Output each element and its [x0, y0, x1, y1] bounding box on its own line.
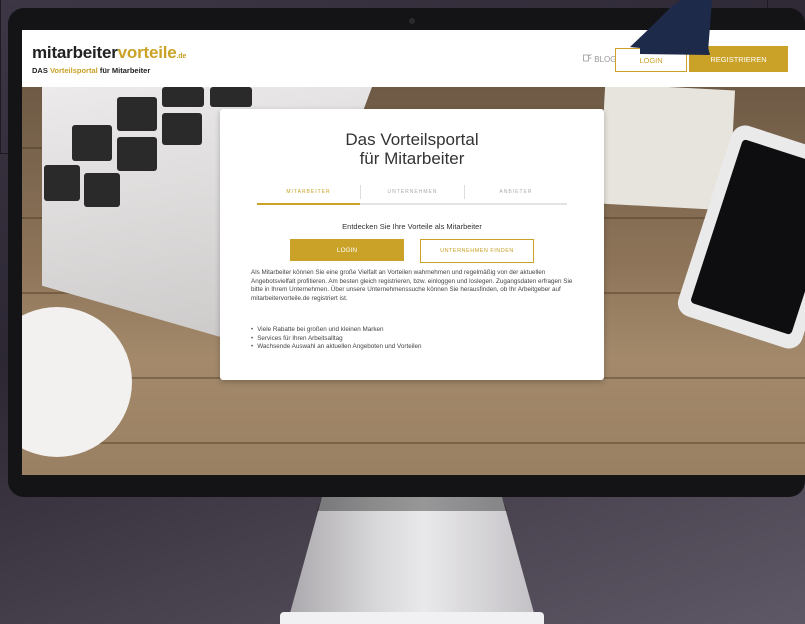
laptop-key: [117, 97, 157, 131]
blog-label: BLOG: [594, 55, 617, 64]
background-line: [0, 0, 1, 154]
card-subtitle: Entdecken Sie Ihre Vorteile als Mitarbei…: [342, 222, 482, 231]
header-login-button[interactable]: LOGIN: [615, 48, 687, 72]
blog-icon: [583, 54, 594, 64]
laptop-key: [162, 113, 202, 145]
find-company-button[interactable]: UNTERNEHMEN FINDEN: [420, 239, 534, 263]
camera-dot: [409, 18, 415, 24]
tab-unternehmen[interactable]: UNTERNEHMEN: [361, 181, 464, 203]
site-logo[interactable]: mitarbeitervorteile.de DAS Vorteilsporta…: [32, 44, 186, 75]
wood-plank-line: [22, 442, 805, 444]
monitor-stand: [287, 497, 537, 624]
logo-main-text: mitarbeiter: [32, 43, 118, 62]
site-header: mitarbeitervorteile.de DAS Vorteilsporta…: [22, 30, 805, 87]
tab-anbieter[interactable]: ANBIETER: [465, 181, 567, 203]
blog-link[interactable]: BLOG: [583, 54, 616, 64]
tab-label: ANBIETER: [499, 189, 533, 195]
laptop-key: [72, 125, 112, 161]
logo-accent-text: vorteile: [117, 43, 177, 62]
tagline-prefix: DAS: [32, 66, 48, 75]
tab-label: UNTERNEHMEN: [387, 189, 438, 195]
laptop-key: [117, 137, 157, 171]
monitor-screen: mitarbeitervorteile.de DAS Vorteilsporta…: [22, 30, 805, 475]
register-label: REGISTRIEREN: [710, 54, 767, 64]
tagline-suffix: für Mitarbeiter: [99, 66, 151, 75]
logo-tagline: DAS Vorteilsportal für Mitarbeiter: [32, 66, 186, 75]
laptop-key: [84, 173, 120, 207]
tab-label: MITARBEITER: [286, 189, 331, 195]
logo-tld-text: .de: [176, 53, 187, 60]
laptop-key: [162, 87, 204, 107]
header-login-label: LOGIN: [639, 55, 663, 65]
portal-card: Das Vorteilsportal für Mitarbeiter MITAR…: [220, 109, 604, 380]
monitor-base: [280, 612, 544, 624]
tagline-accent: Vorteilsportal: [49, 66, 98, 75]
list-item: Services für Ihren Arbeitsalltag: [251, 335, 581, 344]
logo-wordmark: mitarbeitervorteile.de: [32, 44, 186, 65]
card-tabs: MITARBEITER UNTERNEHMEN ANBIETER: [257, 181, 567, 205]
card-title: Das Vorteilsportal für Mitarbeiter: [220, 130, 604, 168]
find-company-label: UNTERNEHMEN FINDEN: [440, 248, 514, 254]
login-label: LOGIN: [336, 246, 358, 254]
laptop-key: [44, 165, 80, 201]
register-button[interactable]: REGISTRIEREN: [689, 46, 788, 72]
list-item: Viele Rabatte bei großen und kleinen Mar…: [251, 326, 581, 335]
card-title-line2: für Mitarbeiter: [359, 149, 465, 168]
plate-photo: [22, 307, 132, 457]
card-title-line1: Das Vorteilsportal: [345, 130, 479, 149]
login-button[interactable]: LOGIN: [290, 239, 404, 261]
laptop-key: [210, 87, 252, 107]
monitor-stand-shadow: [317, 497, 507, 511]
benefits-list: Viele Rabatte bei großen und kleinen Mar…: [251, 326, 581, 352]
tab-mitarbeiter[interactable]: MITARBEITER: [257, 181, 360, 205]
list-item: Wachsende Auswahl an aktuellen Angeboten…: [251, 343, 581, 352]
card-description: Als Mitarbeiter können Sie eine große Vi…: [251, 269, 573, 302]
